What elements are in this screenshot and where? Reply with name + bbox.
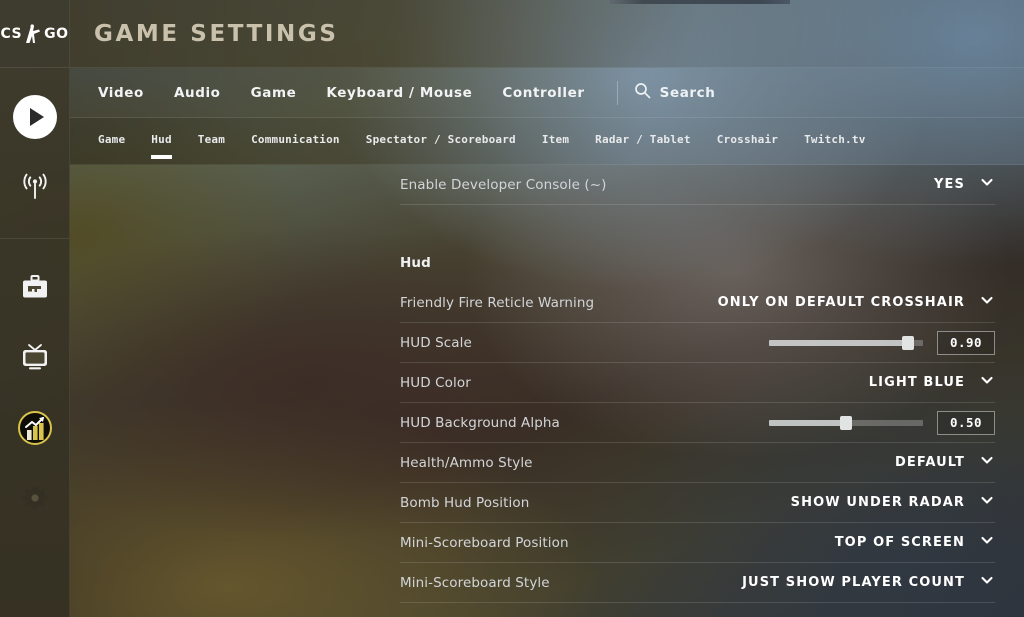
dropdown-control[interactable]: SHOW UNDER RADAR (791, 492, 995, 513)
setting-label: Mini-Scoreboard Style (400, 575, 550, 591)
slider-track[interactable] (769, 340, 923, 346)
settings-row[interactable]: Mini-Scoreboard Position TOP OF SCREEN (400, 523, 995, 563)
logo-text-cs: CS (0, 26, 22, 42)
subtab-crosshair[interactable]: Crosshair (717, 118, 778, 165)
tab-keyboard-mouse[interactable]: Keyboard / Mouse (326, 85, 472, 101)
dropdown-control[interactable]: DEFAULT (895, 452, 995, 473)
sidebar-item-broadcast[interactable] (0, 152, 69, 222)
setting-label: Bomb Hud Position (400, 495, 529, 511)
slider-thumb[interactable] (840, 416, 852, 430)
settings-list[interactable]: Enable Developer Console (~) YES Hud Friend… (70, 165, 1024, 617)
subtab-spectator-scoreboard[interactable]: Spectator / Scoreboard (366, 118, 516, 165)
sub-tabbar: Game Hud Team Communication Spectator / … (70, 118, 1024, 165)
tab-audio[interactable]: Audio (174, 85, 221, 101)
chevron-down-icon[interactable] (979, 292, 995, 313)
settings-row[interactable]: Health/Ammo Style DEFAULT (400, 443, 995, 483)
slider-control[interactable]: 0.50 (769, 411, 995, 435)
left-sidebar: CS GO (0, 0, 70, 617)
csgo-settings-screen: CS GO (0, 0, 1024, 617)
settings-row[interactable]: HUD Color LIGHT BLUE (400, 363, 995, 403)
search-button[interactable]: Search (634, 82, 716, 104)
settings-row[interactable]: Enable Developer Console (~) YES (400, 165, 995, 205)
subtab-communication[interactable]: Communication (251, 118, 340, 165)
tab-game[interactable]: Game (251, 85, 297, 101)
settings-section-header: Hud (400, 243, 995, 283)
play-icon (13, 95, 57, 139)
dropdown-value: LIGHT BLUE (869, 375, 965, 390)
setting-label: HUD Background Alpha (400, 415, 560, 431)
chevron-down-icon[interactable] (979, 492, 995, 513)
subtab-twitch-tv[interactable]: Twitch.tv (804, 118, 865, 165)
slider-thumb[interactable] (902, 336, 914, 350)
sidebar-item-settings[interactable] (0, 463, 69, 533)
sidebar-item-play[interactable] (0, 82, 69, 152)
section-title: Hud (400, 255, 431, 271)
slider-control[interactable]: 0.90 (769, 331, 995, 355)
briefcase-icon (19, 273, 51, 303)
setting-label: HUD Scale (400, 335, 472, 351)
page-header: GAME SETTINGS (70, 0, 1024, 68)
gear-icon (20, 483, 50, 513)
tabbar-divider (617, 81, 618, 105)
subtab-radar-tablet[interactable]: Radar / Tablet (595, 118, 691, 165)
slider-value-input[interactable]: 0.50 (937, 411, 995, 435)
broadcast-icon (18, 170, 52, 204)
settings-row[interactable]: HUD Background Alpha 0.50 (400, 403, 995, 443)
sidebar-item-stats[interactable] (0, 393, 69, 463)
subtab-team[interactable]: Team (198, 118, 225, 165)
chevron-down-icon[interactable] (979, 372, 995, 393)
sidebar-item-inventory[interactable] (0, 253, 69, 323)
tab-video[interactable]: Video (98, 85, 144, 101)
setting-label: Health/Ammo Style (400, 455, 533, 471)
stats-chart-icon (18, 411, 52, 445)
logo-text-go: GO (44, 26, 68, 42)
dropdown-control[interactable]: TOP OF SCREEN (835, 532, 995, 553)
dropdown-value: DEFAULT (895, 455, 965, 470)
settings-row[interactable]: Friendly Fire Reticle Warning ONLY ON DEF… (400, 283, 995, 323)
chevron-down-icon[interactable] (979, 532, 995, 553)
setting-label: Mini-Scoreboard Position (400, 535, 569, 551)
primary-tabbar: Video Audio Game Keyboard / Mouse Contro… (70, 68, 1024, 118)
dropdown-value: TOP OF SCREEN (835, 535, 965, 550)
setting-label: Enable Developer Console (~) (400, 177, 607, 193)
subtab-item[interactable]: Item (542, 118, 569, 165)
page-title: GAME SETTINGS (94, 21, 339, 47)
dropdown-control[interactable]: JUST SHOW PLAYER COUNT (742, 572, 995, 593)
dropdown-control[interactable]: YES (934, 174, 995, 195)
tv-icon (18, 343, 52, 373)
slider-value-input[interactable]: 0.90 (937, 331, 995, 355)
slider-track[interactable] (769, 420, 923, 426)
chevron-down-icon[interactable] (979, 572, 995, 593)
sidebar-secondary-group (0, 239, 69, 533)
tab-controller[interactable]: Controller (502, 85, 584, 101)
settings-rows: Enable Developer Console (~) YES Hud Friend… (70, 165, 1024, 603)
search-icon (634, 82, 651, 104)
subtab-hud[interactable]: Hud (151, 118, 171, 165)
setting-label: HUD Color (400, 375, 471, 391)
subtab-game[interactable]: Game (98, 118, 125, 165)
sidebar-primary-group (0, 68, 69, 222)
settings-row[interactable]: Bomb Hud Position SHOW UNDER RADAR (400, 483, 995, 523)
dropdown-value: ONLY ON DEFAULT CROSSHAIR (718, 295, 965, 310)
csgo-soldier-icon (22, 23, 44, 45)
settings-row[interactable]: Mini-Scoreboard Style JUST SHOW PLAYER CO… (400, 563, 995, 603)
chevron-down-icon[interactable] (979, 452, 995, 473)
chevron-down-icon[interactable] (979, 174, 995, 195)
dropdown-value: SHOW UNDER RADAR (791, 495, 965, 510)
settings-spacer (70, 205, 1024, 243)
dropdown-control[interactable]: LIGHT BLUE (869, 372, 995, 393)
settings-row[interactable]: HUD Scale 0.90 (400, 323, 995, 363)
setting-label: Friendly Fire Reticle Warning (400, 295, 594, 311)
dropdown-value: YES (934, 177, 965, 192)
search-label: Search (660, 85, 716, 101)
csgo-logo[interactable]: CS GO (0, 0, 69, 68)
sidebar-item-watch[interactable] (0, 323, 69, 393)
dropdown-control[interactable]: ONLY ON DEFAULT CROSSHAIR (718, 292, 995, 313)
dropdown-value: JUST SHOW PLAYER COUNT (742, 575, 965, 590)
